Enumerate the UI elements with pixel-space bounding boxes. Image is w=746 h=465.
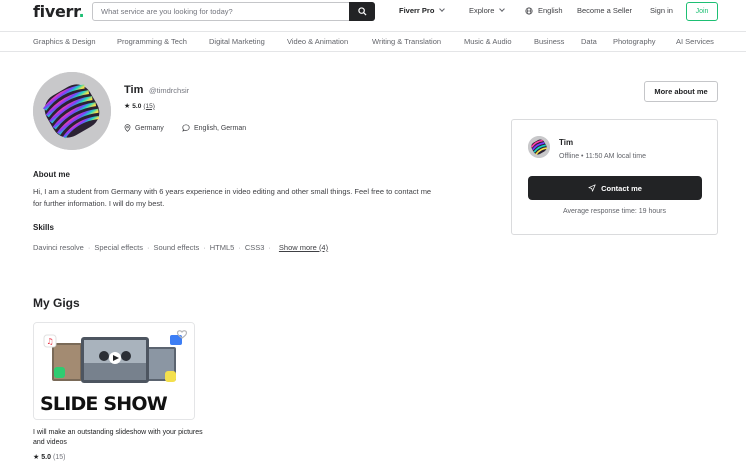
gig-title-link[interactable]: I will make an outstanding slideshow wit… (33, 428, 203, 447)
category-programming-tech[interactable]: Programming & Tech (117, 37, 187, 46)
card-status: Offline • 11:50 AM local time (559, 153, 647, 160)
about-description: Hi, I am a student from Germany with 6 y… (33, 187, 432, 208)
profile-location: Germany (124, 124, 164, 132)
category-video-animation[interactable]: Video & Animation (287, 37, 348, 46)
gig-review-count: (15) (53, 453, 66, 461)
join-button[interactable]: Join (686, 2, 718, 21)
average-response-time: Average response time: 19 hours (563, 208, 666, 215)
separator-dot: · (238, 243, 241, 252)
separator-dot: · (87, 243, 91, 252)
skills-heading: Skills (33, 223, 54, 232)
category-photography[interactable]: Photography (613, 37, 656, 46)
category-music-audio[interactable]: Music & Audio (464, 37, 512, 46)
skill-item: Special effects (94, 243, 143, 252)
category-digital-marketing[interactable]: Digital Marketing (209, 37, 265, 46)
separator-dot: · (268, 243, 271, 252)
show-more-skills-link[interactable]: Show more (4) (279, 243, 328, 252)
contact-card: Tim Offline • 11:50 AM local time Contac… (511, 119, 718, 235)
gig-rating-value: 5.0 (41, 453, 52, 461)
skill-item: Davinci resolve (33, 243, 84, 252)
gig-rating: ★ 5.0 (15) (33, 453, 66, 462)
nav-explore[interactable]: Explore (469, 6, 506, 15)
search-button[interactable] (349, 2, 375, 21)
separator-dot: · (147, 243, 150, 252)
location-pin-icon (124, 124, 131, 132)
nav-language[interactable]: English (525, 6, 563, 15)
rating-value: 5.0 (132, 102, 142, 110)
skill-item: Sound effects (153, 243, 200, 252)
profile-avatar[interactable] (33, 72, 111, 150)
card-seller-name: Tim (559, 138, 574, 147)
more-about-me-button[interactable]: More about me (644, 81, 718, 102)
chevron-down-icon (499, 6, 506, 12)
send-icon (588, 184, 596, 192)
top-header: fiverr. Fiverr Pro Explore English Becom… (0, 0, 746, 31)
profile-handle: @timdrchsir (149, 86, 190, 95)
profile-rating: ★ 5.0 (15) (124, 102, 155, 111)
category-ai-services[interactable]: AI Services (676, 37, 714, 46)
search-icon (357, 7, 367, 16)
gig-card[interactable]: ♫ SLIDE SHOW (33, 322, 195, 420)
nav-fiverr-pro[interactable]: Fiverr Pro (399, 6, 446, 15)
star-icon: ★ (33, 454, 40, 461)
category-data[interactable]: Data (581, 37, 597, 46)
speech-bubble-icon (182, 124, 190, 132)
category-writing-translation[interactable]: Writing & Translation (372, 37, 441, 46)
avatar-art (33, 72, 111, 150)
separator-dot: · (203, 243, 206, 252)
search-input[interactable] (93, 3, 343, 20)
star-icon: ★ (124, 103, 131, 110)
card-avatar[interactable] (528, 136, 550, 158)
search-bar (92, 2, 375, 21)
nav-sign-in[interactable]: Sign in (650, 6, 673, 15)
category-business[interactable]: Business (534, 37, 564, 46)
fiverr-logo[interactable]: fiverr. (33, 2, 85, 21)
category-graphics-design[interactable]: Graphics & Design (33, 37, 96, 46)
gig-image-text: SLIDE SHOW (40, 393, 168, 415)
globe-icon (525, 6, 533, 15)
contact-me-button[interactable]: Contact me (528, 176, 702, 200)
avatar-art (528, 136, 550, 158)
skills-list: Davinci resolve · Special effects · Soun… (33, 243, 328, 252)
my-gigs-heading: My Gigs (33, 296, 80, 310)
about-heading: About me (33, 170, 70, 179)
review-count-link[interactable]: (15) (143, 103, 155, 110)
profile-languages: English, German (182, 124, 246, 132)
svg-text:♫: ♫ (46, 337, 53, 346)
profile-name: Tim (124, 84, 144, 96)
skill-item: CSS3 (244, 243, 265, 252)
category-menu: Graphics & Design Programming & Tech Dig… (0, 31, 746, 52)
chevron-down-icon (439, 6, 446, 12)
nav-become-seller[interactable]: Become a Seller (577, 6, 632, 15)
skill-item: HTML5 (209, 243, 235, 252)
